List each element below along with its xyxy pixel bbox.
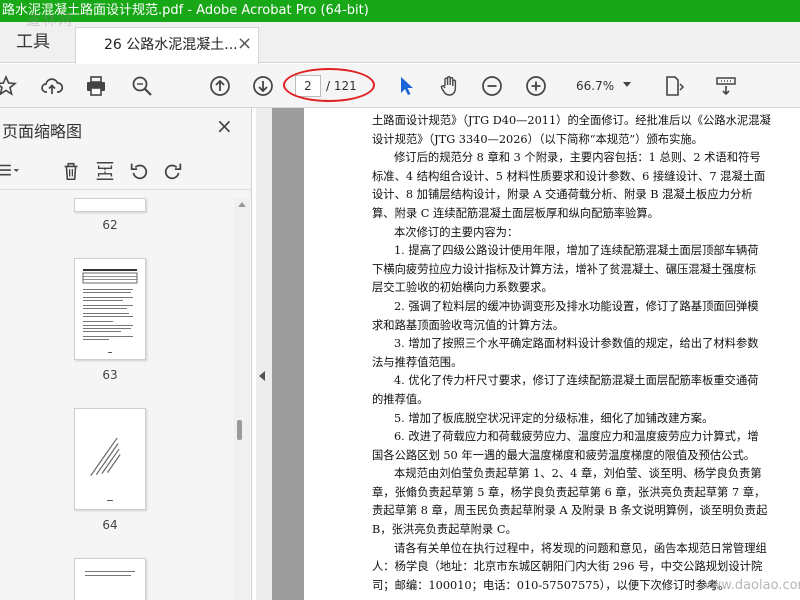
scroll-mode-icon[interactable] — [712, 72, 740, 100]
insert-page-icon[interactable] — [92, 158, 118, 184]
text-line: 人：杨学良（地址：北京市东城区朝阳门内大街 296 号，中交公路规划设计院 — [372, 560, 763, 574]
page-thumbnail[interactable] — [74, 198, 146, 212]
watermark-top-left: 道林网 — [26, 13, 74, 29]
print-icon[interactable] — [82, 72, 110, 100]
text-line: 设计规范》（JTG 3340—2026）（以下简称“本规范”）颁布实施。 — [372, 132, 703, 146]
text-line: 标准、4 结构组合设计、5 材料性质要求和设计参数、6 接缝设计、7 混凝土面 — [372, 169, 766, 183]
text-line: 的推荐值。 — [372, 392, 429, 406]
page-up-icon[interactable] — [206, 72, 234, 100]
zoom-search-icon[interactable] — [128, 72, 156, 100]
page-down-icon[interactable] — [249, 72, 277, 100]
panel-title: 页面缩略图 — [2, 122, 83, 141]
text-line: 5. 增加了板底脱空状况评定的分级标准，细化了加铺改建方案。 — [394, 411, 714, 425]
scrollbar-thumb[interactable] — [237, 420, 242, 440]
rotate-counterclockwise-icon[interactable] — [126, 158, 152, 184]
text-line: 求和路基顶面验收弯沉值的计算方法。 — [372, 318, 565, 332]
text-line: 4. 优化了传力杆尺寸要求，修订了连续配筋混凝土面层配筋率板重交通荷 — [394, 374, 759, 388]
hand-pan-icon[interactable] — [435, 72, 463, 100]
zoom-in-icon[interactable] — [522, 72, 550, 100]
page-thumbnail[interactable] — [74, 558, 146, 600]
page-thumbnails-panel: 页面缩略图 × 62 63 64 — [0, 108, 252, 600]
text-line: 设计、8 加铺层结构设计，附录 A 交通荷载分析、附录 B 混凝土板应力分析 — [372, 188, 753, 202]
delete-page-icon[interactable] — [58, 158, 84, 184]
text-line: 责起草第 8 章，周玉民负责起草附录 A 及附录 B 条文说明算例，谈至明负责起 — [372, 504, 768, 518]
tab-document-label: 26 公路水泥混凝土... — [104, 37, 238, 53]
text-line: 层交工验收的初始横向力系数要求。 — [372, 281, 553, 295]
text-line: B，张洪亮负责起草附录 C。 — [372, 523, 517, 537]
text-line: 国各公路区划 50 年一遇的最大温度梯度和疲劳温度梯度的限值及预估公式。 — [372, 448, 756, 462]
text-line: 1. 提高了四级公路设计使用年限，增加了连续配筋混凝土面层顶部车辆荷 — [394, 244, 759, 258]
cloud-upload-icon[interactable] — [38, 72, 66, 100]
thumbnail-label: 62 — [102, 218, 118, 232]
scroll-up-arrow-icon[interactable] — [238, 202, 246, 207]
text-line: 6. 改进了荷载应力和荷载疲劳应力、温度应力和温度疲劳应力计算式，增 — [394, 430, 759, 444]
page-number-highlight-circle — [283, 68, 375, 102]
text-line: 法与推荐值范围。 — [372, 355, 463, 369]
text-line: 土路面设计规范》（JTG D40—2011）的全面修订。经批准后以《公路水泥混凝 — [372, 114, 771, 127]
page-thumbnail[interactable] — [74, 408, 146, 510]
thumbnail-scrollbar[interactable] — [234, 198, 250, 600]
text-line: 本次修订的主要内容为： — [394, 225, 519, 239]
rotate-clockwise-icon[interactable] — [160, 158, 186, 184]
text-line: 修订后的规范分 8 章和 3 个附录，主要内容包括：1 总则、2 术语和符号 — [394, 151, 761, 165]
zoom-dropdown-caret-icon[interactable] — [623, 82, 631, 87]
text-line: 章，张翛负责起草第 5 章，杨学良负责起草第 6 章，张洪亮负责起草第 7 章， — [372, 485, 766, 499]
thumbnail-options-icon[interactable] — [0, 158, 22, 184]
tab-close-icon[interactable]: × — [237, 35, 252, 53]
tab-document[interactable]: 26 公路水泥混凝土... — [75, 27, 259, 64]
text-line: 算、附录 C 连续配筋混凝土面层板厚和纵向配筋率验算。 — [372, 206, 659, 220]
text-line: 本规范由刘伯莹负责起草第 1、2、4 章，刘伯莹、谈至明、杨学良负责第 — [394, 467, 762, 481]
text-line: 3. 增加了按照三个水平确定路面材料设计参数值的规定，给出了材料参数 — [394, 337, 759, 351]
text-line: 下横向疲劳拉应力设计指标及计算方法，增补了贫混凝土、碾压混凝土强度标 — [372, 262, 757, 276]
document-page: 土路面设计规范》（JTG D40—2011）的全面修订。经批准后以《公路水泥混凝… — [304, 108, 800, 600]
zoom-out-icon[interactable] — [478, 72, 506, 100]
text-line: 请各有关单位在执行过程中，将发现的问题和意见，函告本规范日常管理组 — [394, 541, 767, 555]
select-cursor-icon[interactable] — [392, 72, 420, 100]
panel-toolbar — [0, 152, 252, 190]
thumbnail-label: 64 — [102, 518, 118, 532]
document-view[interactable]: 土路面设计规范》（JTG D40—2011）的全面修订。经批准后以《公路水泥混凝… — [272, 108, 800, 600]
bookmark-star-icon[interactable] — [0, 72, 20, 100]
thumbnail-list: 62 63 64 — [0, 198, 234, 600]
panel-collapse-handle[interactable] — [256, 108, 272, 600]
tab-bar: 工具 26 公路水泥混凝土... × — [0, 22, 800, 64]
window-title-bar: 路水泥混凝土路面设计规范.pdf - Adobe Acrobat Pro (64… — [0, 0, 800, 22]
text-line: 2. 强调了粒料层的缓冲协调变形及排水功能设置，修订了路基顶面回弹模 — [394, 299, 759, 313]
main-toolbar: 2 / 121 66.7% — [0, 64, 800, 108]
collapse-arrow-icon[interactable] — [259, 371, 265, 381]
panel-close-icon[interactable]: × — [216, 116, 233, 136]
page-layout-icon[interactable] — [660, 72, 688, 100]
watermark-bottom-right: www.daolao.com — [700, 578, 800, 593]
thumbnail-label: 63 — [102, 368, 118, 382]
page-thumbnail[interactable] — [74, 258, 146, 360]
